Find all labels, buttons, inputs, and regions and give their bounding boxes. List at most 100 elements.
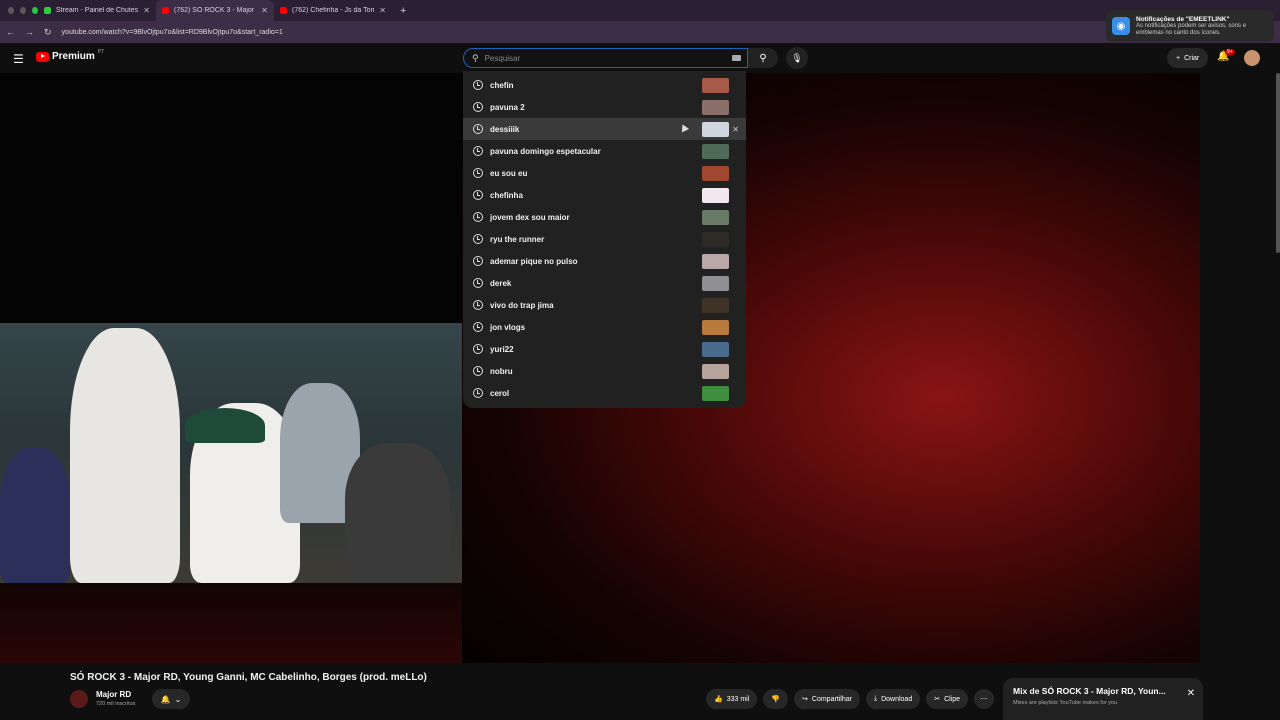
search-field-container: ⚲ [463, 48, 748, 68]
download-icon: ⤓ [873, 695, 878, 702]
person-figure [70, 328, 180, 583]
history-icon [473, 256, 483, 266]
more-actions-button[interactable]: ⋯ [974, 689, 995, 709]
browser-tab-2[interactable]: (762) Chefinha - Js da Torre ✕ [274, 0, 392, 21]
like-button[interactable]: 👍 333 mil [706, 689, 758, 709]
plus-icon: + [1176, 54, 1181, 62]
download-button[interactable]: ⤓ Download [865, 689, 921, 709]
video-title: SÓ ROCK 3 - Major RD, Young Ganni, MC Ca… [70, 672, 427, 683]
close-window-button[interactable] [8, 7, 14, 14]
notification-title: Notificações de "EMEETLINK" [1136, 15, 1230, 23]
suggestion-label: vivo do trap jima [490, 300, 554, 310]
suggestion-label: pavuna 2 [490, 102, 525, 112]
notification-body: As notificações podem ser avisos, sons e… [1136, 22, 1247, 36]
suggestion-label: eu sou eu [490, 168, 528, 178]
suggestion-thumbnail [702, 77, 729, 93]
close-icon[interactable]: ✕ [1187, 688, 1195, 699]
hamburger-menu-icon[interactable]: ☰ [13, 52, 24, 66]
history-icon [473, 234, 483, 244]
mix-playlist-panel[interactable]: Mix de SÓ ROCK 3 - Major RD, Youn... Mix… [1003, 678, 1203, 720]
suggestion-item[interactable]: nobru [463, 360, 746, 382]
account-avatar[interactable] [1244, 50, 1260, 66]
keyboard-icon[interactable] [732, 55, 741, 61]
tab-favicon-icon [44, 7, 51, 14]
suggestion-item[interactable]: chefin [463, 74, 746, 96]
close-tab-icon[interactable]: ✕ [379, 6, 386, 15]
browser-tab-strip: Stream - Painel de Chutes ✕ (762) SÓ ROC… [0, 0, 1280, 21]
suggestion-item[interactable]: ademar pique no pulso [463, 250, 746, 272]
suggestion-label: pavuna domingo espetacular [490, 146, 601, 156]
suggestion-item[interactable]: yuri22 [463, 338, 746, 360]
subscriber-count: 720 mil inscritos [96, 701, 136, 707]
suggestion-thumbnail [702, 253, 729, 269]
suggestion-item[interactable]: jon vlogs [463, 316, 746, 338]
suggestion-item[interactable]: pavuna 2 [463, 96, 746, 118]
video-frame-dark-area [0, 73, 462, 323]
minimize-window-button[interactable] [20, 7, 26, 14]
history-icon [473, 146, 483, 156]
history-icon [473, 366, 483, 376]
remove-suggestion-icon[interactable]: ✕ [732, 125, 739, 134]
person-figure [0, 448, 70, 583]
logo-text: Premium [52, 51, 95, 62]
notification-count-badge: 9+ [1225, 49, 1235, 55]
suggestion-thumbnail [702, 363, 729, 379]
suggestion-thumbnail [702, 341, 729, 357]
suggestion-thumbnail [702, 209, 729, 225]
history-icon [473, 80, 483, 90]
url-field[interactable]: youtube.com/watch?v=9BlvOjtpu7o&list=RD9… [62, 29, 283, 36]
thumbs-up-icon: 👍 [714, 696, 723, 703]
back-arrow-icon[interactable]: ← [6, 27, 15, 37]
history-icon [473, 212, 483, 222]
suggestion-item[interactable]: jovem dex sou maior [463, 206, 746, 228]
suggestion-item[interactable]: eu sou eu [463, 162, 746, 184]
tab-title: Stream - Painel de Chutes [56, 7, 139, 14]
region-code: PT [97, 48, 105, 55]
tab-title: (762) Chefinha - Js da Torre [292, 7, 375, 14]
voice-search-button[interactable]: 🎙 [786, 47, 808, 69]
download-label: Download [881, 695, 913, 703]
forward-arrow-icon[interactable]: → [25, 27, 34, 37]
channel-name[interactable]: Major RD [96, 690, 131, 699]
channel-avatar[interactable] [70, 690, 88, 708]
reload-icon[interactable]: ↻ [44, 27, 52, 38]
video-actions: 👍 333 mil 👎 ↪ Compartilhar ⤓ Download ✂ … [706, 689, 995, 709]
window-controls [0, 7, 38, 14]
clip-button[interactable]: ✂ Clipe [926, 689, 969, 709]
close-tab-icon[interactable]: ✕ [143, 6, 150, 15]
microphone-icon: 🎙 [791, 52, 803, 63]
app-icon: ◉ [1112, 17, 1130, 35]
search-input[interactable] [484, 53, 726, 63]
page-scrollbar[interactable] [1276, 73, 1280, 253]
create-button[interactable]: + Criar [1167, 48, 1209, 68]
suggestion-item[interactable]: chefinha [463, 184, 746, 206]
scissors-icon: ✂ [934, 696, 941, 703]
suggestion-thumbnail [702, 187, 729, 203]
search-button[interactable]: ⚲ [748, 48, 778, 68]
new-tab-button[interactable]: + [392, 5, 406, 17]
history-icon [473, 168, 483, 178]
dislike-button[interactable]: 👎 [763, 689, 789, 709]
suggestion-item[interactable]: pavuna domingo espetacular [463, 140, 746, 162]
suggestion-item[interactable]: vivo do trap jima [463, 294, 746, 316]
youtube-premium-logo[interactable]: Premium PT [36, 48, 105, 62]
browser-tab-0[interactable]: Stream - Painel de Chutes ✕ [38, 0, 156, 21]
suggestion-thumbnail [702, 121, 729, 137]
suggestion-item[interactable]: ryu the runner [463, 228, 746, 250]
suggestion-label: nobru [490, 366, 513, 376]
search-suggestions-dropdown: chefin pavuna 2 dessiiik ✕ pavuna doming… [463, 71, 746, 408]
suggestion-item[interactable]: derek [463, 272, 746, 294]
system-notification[interactable]: ◉ Notificações de "EMEETLINK" As notific… [1106, 10, 1274, 42]
person-figure [345, 443, 450, 583]
browser-tab-1[interactable]: (762) SÓ ROCK 3 - Major RD ✕ [156, 0, 274, 21]
share-button[interactable]: ↪ Compartilhar [794, 689, 860, 709]
suggestion-item-highlighted[interactable]: dessiiik ✕ [463, 118, 746, 140]
bell-icon: 🔔 [160, 694, 171, 704]
history-icon [473, 278, 483, 288]
close-tab-icon[interactable]: ✕ [261, 6, 268, 15]
suggestion-thumbnail [702, 143, 729, 159]
search-icon: ⚲ [472, 52, 479, 63]
suggestion-label: derek [490, 278, 512, 288]
suggestion-item[interactable]: cerol [463, 382, 746, 404]
subscription-bell-button[interactable]: 🔔 ⌄ [152, 689, 190, 709]
